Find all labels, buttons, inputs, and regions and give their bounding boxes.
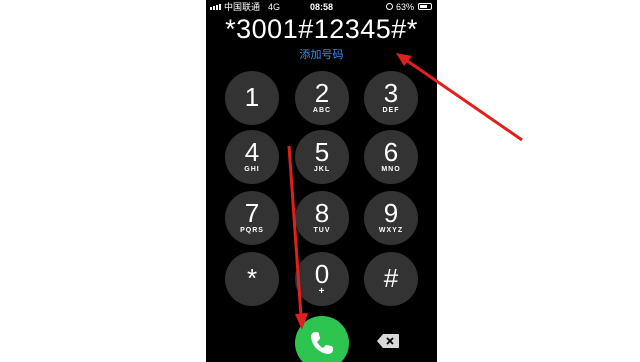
key-digit: 9 bbox=[383, 198, 399, 228]
key-6[interactable]: 6 MNO bbox=[364, 130, 418, 184]
key-star[interactable]: * bbox=[225, 252, 279, 306]
key-9[interactable]: 9 WXYZ bbox=[364, 191, 418, 245]
phone-screen: 中国联通 4G 08:58 63% *3001#12345#* 添加号码 1 2… bbox=[206, 0, 437, 362]
key-7[interactable]: 7 PQRS bbox=[225, 191, 279, 245]
backspace-icon[interactable] bbox=[376, 333, 400, 349]
battery-percent: 63% bbox=[396, 2, 415, 12]
key-hash[interactable]: # bbox=[364, 252, 418, 306]
key-digit: 4 bbox=[244, 137, 260, 167]
key-3[interactable]: 3 DEF bbox=[364, 71, 418, 125]
key-digit: 8 bbox=[314, 198, 330, 228]
key-8[interactable]: 8 TUV bbox=[295, 191, 349, 245]
key-digit: * bbox=[246, 263, 258, 293]
key-letters: PQRS bbox=[240, 227, 264, 234]
dialed-number: *3001#12345#* bbox=[225, 14, 418, 44]
key-digit: 5 bbox=[314, 137, 330, 167]
call-button[interactable] bbox=[295, 316, 349, 362]
key-letters: ABC bbox=[312, 107, 332, 114]
key-letters: WXYZ bbox=[378, 227, 404, 234]
key-digit: # bbox=[383, 263, 399, 293]
key-4[interactable]: 4 GHI bbox=[225, 130, 279, 184]
key-letters: TUV bbox=[313, 227, 331, 234]
key-letters: MNO bbox=[381, 166, 401, 173]
key-2[interactable]: 2 ABC bbox=[295, 71, 349, 125]
key-letters: + bbox=[318, 286, 326, 297]
orientation-lock-icon bbox=[386, 3, 393, 10]
key-letters: JKL bbox=[313, 166, 331, 173]
key-digit: 7 bbox=[244, 198, 260, 228]
add-number-link[interactable]: 添加号码 bbox=[206, 46, 437, 62]
key-digit: 0 bbox=[314, 259, 330, 289]
phone-handset-icon bbox=[311, 332, 333, 354]
key-letters: DEF bbox=[382, 107, 400, 114]
key-digit: 1 bbox=[244, 82, 260, 112]
key-letters: GHI bbox=[244, 166, 260, 173]
key-digit: 3 bbox=[383, 78, 399, 108]
key-0[interactable]: 0 + bbox=[295, 252, 349, 306]
key-1[interactable]: 1 bbox=[225, 71, 279, 125]
battery-icon bbox=[418, 3, 432, 10]
status-bar: 中国联通 4G 08:58 63% bbox=[206, 0, 437, 14]
key-digit: 2 bbox=[314, 78, 330, 108]
key-digit: 6 bbox=[383, 137, 399, 167]
key-5[interactable]: 5 JKL bbox=[295, 130, 349, 184]
